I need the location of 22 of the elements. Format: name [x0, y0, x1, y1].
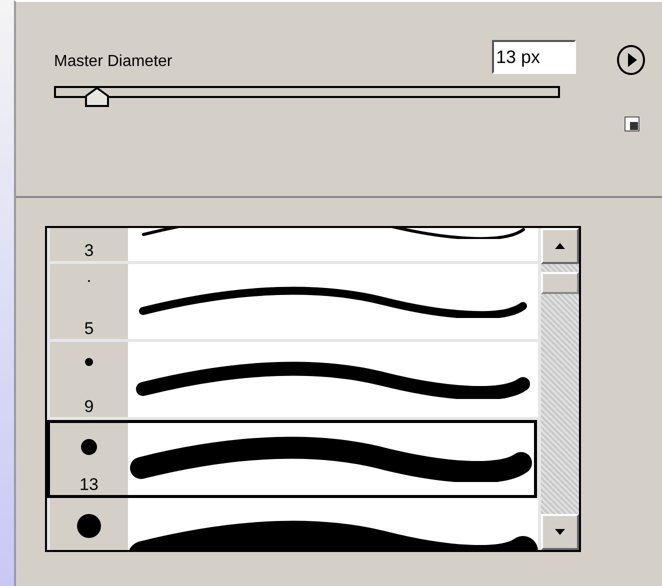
scroll-thumb[interactable] — [541, 272, 579, 294]
scroll-up-button[interactable] — [541, 228, 579, 264]
scroll-down-button[interactable] — [541, 514, 579, 550]
brush-size: 13 — [80, 476, 98, 493]
brush-stroke-icon — [130, 436, 532, 482]
scrollbar[interactable] — [541, 228, 579, 550]
new-preset-icon[interactable] — [624, 116, 640, 132]
brush-tip-icon — [85, 358, 93, 366]
up-arrow-icon — [555, 243, 565, 249]
master-diameter-label: Master Diameter — [54, 52, 172, 72]
brush-size: 9 — [84, 398, 94, 415]
brush-stroke-icon — [139, 286, 527, 318]
play-menu-icon[interactable] — [616, 44, 646, 76]
diameter-field[interactable]: 13 px — [492, 40, 576, 74]
brush-size: 5 — [84, 320, 94, 337]
brush-size: 3 — [84, 242, 94, 259]
down-arrow-icon — [555, 529, 565, 535]
brush-tip-icon — [77, 514, 101, 538]
brush-stroke-icon — [136, 360, 530, 398]
brush-row[interactable]: 13 — [47, 420, 537, 498]
slider-track[interactable] — [54, 86, 560, 110]
brush-tip-icon — [81, 439, 97, 455]
